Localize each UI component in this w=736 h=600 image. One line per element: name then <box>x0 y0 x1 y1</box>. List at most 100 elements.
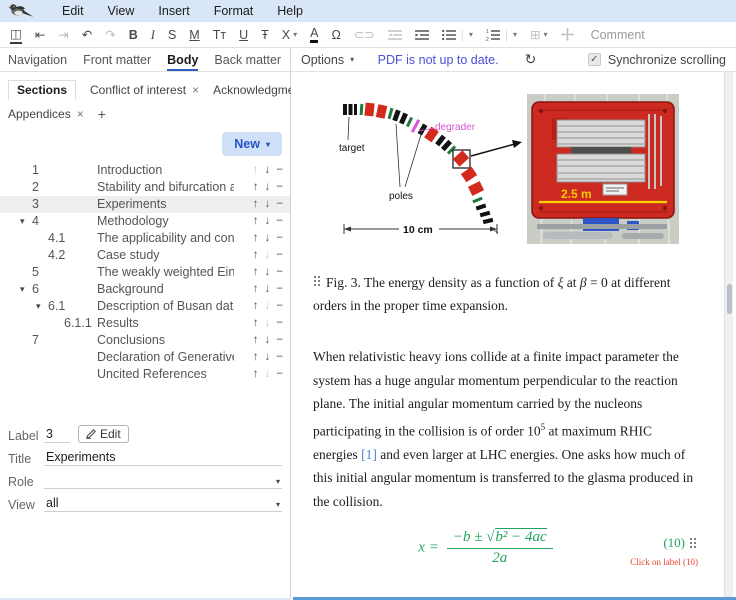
bold-button[interactable]: B <box>129 27 138 43</box>
move-icon[interactable] <box>561 28 574 41</box>
refresh-icon[interactable]: ↻ <box>525 51 537 68</box>
toc-row[interactable]: 6.1.1Results↑↓− <box>0 315 290 332</box>
paragraph-1[interactable]: When relativistic heavy ions collide at … <box>313 345 698 513</box>
remove-icon[interactable]: − <box>276 196 283 213</box>
tab-back-matter[interactable]: Back matter <box>214 53 281 71</box>
tab-navigation[interactable]: Navigation <box>8 53 67 71</box>
remove-icon[interactable]: − <box>276 230 283 247</box>
move-up-icon[interactable]: ↑ <box>253 213 259 230</box>
indent-icon[interactable] <box>415 29 429 41</box>
remove-icon[interactable]: − <box>276 349 283 366</box>
options-dropdown[interactable]: Options ▾ <box>301 53 354 67</box>
edit-label-button[interactable]: Edit <box>78 425 129 443</box>
remove-icon[interactable]: − <box>276 298 283 315</box>
toc-row[interactable]: 4.1The applicability and constraints f↑↓… <box>0 230 290 247</box>
move-up-icon[interactable]: ↑ <box>253 315 259 332</box>
toc-row[interactable]: 4.2Case study↑↓− <box>0 247 290 264</box>
menu-item-format[interactable]: Format <box>214 4 254 18</box>
toc-row[interactable]: 7Conclusions↑↓− <box>0 332 290 349</box>
move-up-icon[interactable]: ↑ <box>253 230 259 247</box>
comment-button[interactable]: Comment <box>591 28 645 42</box>
remove-icon[interactable]: − <box>276 213 283 230</box>
go-first-icon[interactable]: ⇤ <box>35 27 45 43</box>
figure-caption[interactable]: Fig. 3. The energy density as a function… <box>313 271 698 317</box>
section-tab-sections[interactable]: Sections <box>8 80 76 100</box>
move-up-icon[interactable]: ↑ <box>253 298 259 315</box>
text-size-button[interactable]: Tᴛ <box>213 27 226 43</box>
italic-button[interactable]: I <box>151 27 155 43</box>
toc-row[interactable]: ▾6.1Description of Busan dataset↑↓− <box>0 298 290 315</box>
menu-item-view[interactable]: View <box>108 4 135 18</box>
toc-row[interactable]: Uncited References↑↓− <box>0 366 290 383</box>
move-down-icon[interactable]: ↓ <box>265 162 271 179</box>
section-tab-appendices[interactable]: Appendices× <box>8 107 84 121</box>
remove-icon[interactable]: − <box>276 315 283 332</box>
tab-body[interactable]: Body <box>167 53 198 71</box>
section-tab-conflict-of-interest[interactable]: Conflict of interest× <box>90 83 199 97</box>
figure-3[interactable]: target poles degrader 10 cm <box>337 94 700 249</box>
remove-icon[interactable]: − <box>276 366 283 383</box>
remove-icon[interactable]: − <box>276 247 283 264</box>
toc-row[interactable]: ▾4Methodology↑↓− <box>0 213 290 230</box>
outdent-icon[interactable] <box>388 29 402 41</box>
move-up-icon[interactable]: ↑ <box>253 366 259 383</box>
sync-checkbox[interactable]: ✓ <box>588 53 601 66</box>
move-down-icon[interactable]: ↓ <box>265 332 271 349</box>
menu-item-insert[interactable]: Insert <box>158 4 189 18</box>
toc-row[interactable]: ▾6Background↑↓− <box>0 281 290 298</box>
move-up-icon[interactable]: ↑ <box>253 196 259 213</box>
menu-item-help[interactable]: Help <box>277 4 303 18</box>
document-scrollbar[interactable] <box>724 72 733 600</box>
drag-handle-icon[interactable] <box>689 537 698 549</box>
toc-row[interactable]: Declaration of Generative AI and A↑↓− <box>0 349 290 366</box>
close-icon[interactable]: × <box>192 83 199 97</box>
citation-link[interactable]: [1] <box>361 447 377 462</box>
add-section-button[interactable]: + <box>98 106 106 122</box>
remove-icon[interactable]: − <box>276 281 283 298</box>
expander-icon[interactable]: ▾ <box>20 281 32 298</box>
move-up-icon[interactable]: ↑ <box>253 179 259 196</box>
remove-icon[interactable]: − <box>276 332 283 349</box>
move-down-icon[interactable]: ↓ <box>265 264 271 281</box>
link-button[interactable]: ⊂⊃ <box>354 27 375 43</box>
move-down-icon[interactable]: ↓ <box>265 196 271 213</box>
toc-row[interactable]: 3Experiments↑↓− <box>0 196 290 213</box>
remove-icon[interactable]: − <box>276 264 283 281</box>
expander-icon[interactable]: ▾ <box>36 298 48 315</box>
view-select[interactable]: all▾ <box>44 496 282 512</box>
special-char-button[interactable]: Ω <box>331 27 340 43</box>
table-dropdown[interactable]: ⊞▾ <box>530 27 548 43</box>
title-field[interactable]: Experiments <box>44 450 282 466</box>
move-down-icon[interactable]: ↓ <box>265 281 271 298</box>
document-preview[interactable]: target poles degrader 10 cm <box>291 72 736 600</box>
move-down-icon[interactable]: ↓ <box>265 349 271 366</box>
move-down-icon[interactable]: ↓ <box>265 179 271 196</box>
equation-label[interactable]: (10) <box>663 535 698 551</box>
font-color-button[interactable]: A <box>310 27 318 43</box>
tab-front-matter[interactable]: Front matter <box>83 53 151 71</box>
undo-icon[interactable]: ↶ <box>82 27 92 43</box>
move-up-icon[interactable]: ↑ <box>253 247 259 264</box>
close-icon[interactable]: × <box>77 107 84 121</box>
move-up-icon[interactable]: ↑ <box>253 349 259 366</box>
equation-10[interactable]: x =−b ± √b² − 4ac2a (10) Click on label … <box>313 525 698 581</box>
clear-format-button[interactable]: Ŧ <box>261 27 269 43</box>
move-down-icon[interactable]: ↓ <box>265 230 271 247</box>
scrollbar-thumb[interactable] <box>727 284 732 314</box>
remove-icon[interactable]: − <box>276 162 283 179</box>
move-down-icon[interactable]: ↓ <box>265 213 271 230</box>
drag-handle-icon[interactable] <box>313 275 322 287</box>
app-logo-bird-icon[interactable] <box>4 1 38 21</box>
pdf-status-link[interactable]: PDF is not up to date. <box>378 53 499 67</box>
ordered-list-dropdown[interactable]: 12 |▾ <box>486 27 517 43</box>
toc-row[interactable]: 5The weakly weighted Einstein-squ↑↓− <box>0 264 290 281</box>
go-last-icon[interactable]: ⇥ <box>58 27 68 43</box>
role-select[interactable]: ▾ <box>44 473 282 489</box>
mark-button[interactable]: M <box>189 27 199 43</box>
remove-icon[interactable]: − <box>276 179 283 196</box>
panel-toggle-icon[interactable]: ◫ <box>10 26 22 44</box>
menu-item-edit[interactable]: Edit <box>62 4 84 18</box>
new-button[interactable]: New ▾ <box>222 132 282 156</box>
label-field[interactable]: 3 <box>44 427 70 443</box>
strikethrough-button[interactable]: S <box>168 27 176 43</box>
